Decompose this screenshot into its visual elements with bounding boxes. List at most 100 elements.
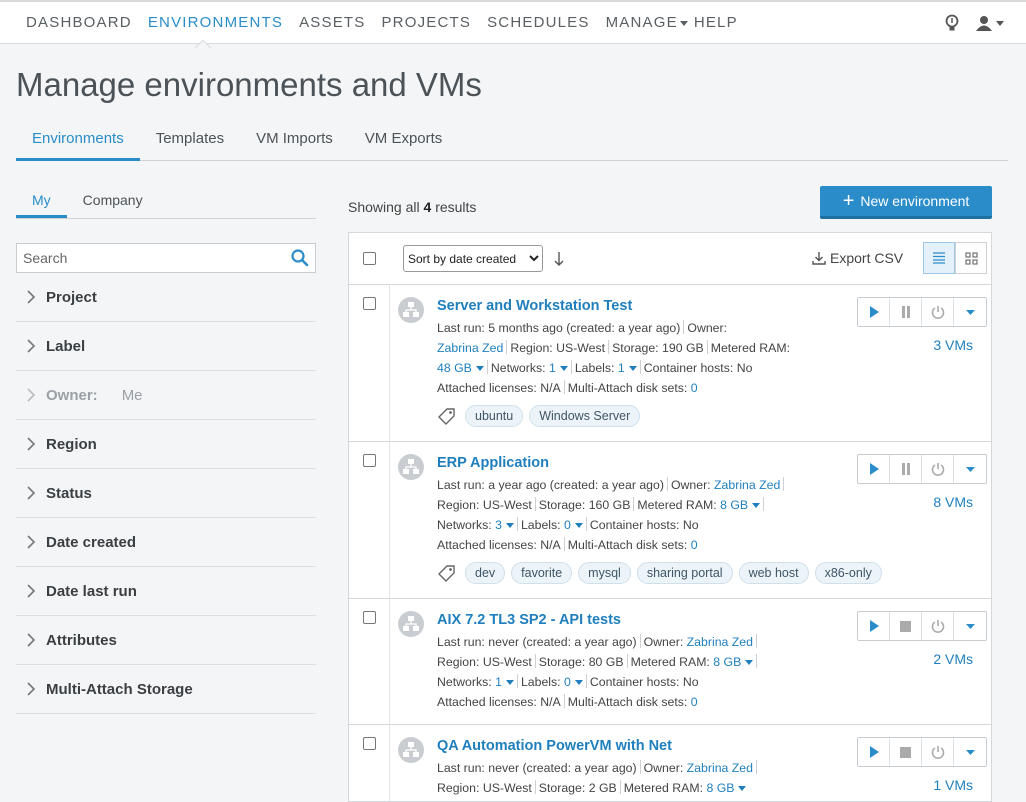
- run-button[interactable]: [858, 455, 890, 483]
- shutdown-button[interactable]: [922, 612, 954, 640]
- more-actions-button[interactable]: [954, 455, 986, 483]
- tag-icon[interactable]: [437, 406, 457, 426]
- stop-button[interactable]: [890, 612, 922, 640]
- filter-multi-attach-storage[interactable]: Multi-Attach Storage: [16, 665, 316, 714]
- networks-dropdown[interactable]: 1: [549, 361, 568, 375]
- labels-dropdown[interactable]: 0: [564, 518, 583, 532]
- filter-date-last-run[interactable]: Date last run: [16, 567, 316, 616]
- tag-chip[interactable]: web host: [738, 562, 809, 584]
- labels-dropdown[interactable]: 0: [564, 675, 583, 689]
- grid-view-button[interactable]: [955, 242, 987, 274]
- container-hosts-value: No: [682, 675, 699, 689]
- owner-link[interactable]: Zabrina Zed: [687, 635, 753, 649]
- region-value: US-West: [482, 498, 532, 512]
- networks-value: 3: [495, 518, 502, 532]
- select-all-checkbox[interactable]: [363, 252, 376, 265]
- owner-link[interactable]: Zabrina Zed: [687, 761, 753, 775]
- owner-link[interactable]: Zabrina Zed: [437, 341, 503, 355]
- tag-list: dev favorite mysql sharing portal web ho…: [437, 562, 888, 584]
- ram-dropdown[interactable]: 8 GB: [713, 655, 754, 669]
- more-actions-button[interactable]: [954, 738, 986, 766]
- ram-dropdown[interactable]: 8 GB: [720, 498, 761, 512]
- search-icon[interactable]: [291, 249, 309, 267]
- tag-chip[interactable]: dev: [465, 562, 506, 584]
- nav-assets[interactable]: ASSETS: [299, 14, 365, 31]
- filter-label: Owner:: [46, 386, 98, 404]
- meta-label: Networks:: [490, 361, 546, 375]
- row-checkbox[interactable]: [363, 737, 376, 750]
- tab-templates[interactable]: Templates: [140, 124, 240, 161]
- nav-manage[interactable]: MANAGE: [606, 14, 688, 31]
- environment-controls: [857, 737, 987, 767]
- row-checkbox[interactable]: [363, 611, 376, 624]
- tag-icon[interactable]: [437, 563, 457, 583]
- filter-status[interactable]: Status: [16, 469, 316, 518]
- tab-vm-imports[interactable]: VM Imports: [240, 124, 349, 161]
- tag-chip[interactable]: x86-only: [814, 562, 882, 584]
- nav-dashboard[interactable]: DASHBOARD: [26, 14, 132, 31]
- run-button[interactable]: [858, 298, 890, 326]
- run-button[interactable]: [858, 738, 890, 766]
- subtab-my[interactable]: My: [16, 186, 67, 218]
- subtab-company[interactable]: Company: [67, 186, 159, 218]
- new-environment-button[interactable]: + New environment: [820, 186, 992, 219]
- nav-help[interactable]: HELP: [694, 14, 738, 31]
- owner-link[interactable]: Zabrina Zed: [714, 478, 780, 492]
- more-actions-button[interactable]: [954, 298, 986, 326]
- list-view-button[interactable]: [923, 242, 955, 274]
- tab-environments[interactable]: Environments: [16, 124, 140, 161]
- environment-name-link[interactable]: ERP Application: [437, 455, 549, 471]
- tag-chip[interactable]: sharing portal: [636, 562, 733, 584]
- sort-direction-icon[interactable]: [553, 251, 565, 267]
- tag-chip[interactable]: favorite: [511, 562, 573, 584]
- chevron-right-icon: [27, 633, 36, 647]
- shutdown-button[interactable]: [922, 738, 954, 766]
- tag-chip[interactable]: ubuntu: [465, 405, 524, 427]
- lightbulb-icon[interactable]: [944, 14, 960, 32]
- filter-project[interactable]: Project: [16, 273, 316, 322]
- ram-dropdown[interactable]: 48 GB: [437, 361, 484, 375]
- more-actions-button[interactable]: [954, 612, 986, 640]
- suspend-button[interactable]: [890, 298, 922, 326]
- networks-dropdown[interactable]: 1: [495, 675, 514, 689]
- vm-count-link[interactable]: 8 VMs: [933, 494, 973, 510]
- meta-label: Last run:: [437, 635, 485, 649]
- sort-select[interactable]: Sort by date created: [403, 245, 543, 272]
- shutdown-button[interactable]: [922, 455, 954, 483]
- disk-sets-link[interactable]: 0: [691, 538, 698, 552]
- filter-attributes[interactable]: Attributes: [16, 616, 316, 665]
- vm-count-link[interactable]: 2 VMs: [933, 651, 973, 667]
- ram-dropdown[interactable]: 8 GB: [706, 781, 747, 795]
- disk-sets-link[interactable]: 0: [691, 695, 698, 709]
- search-input[interactable]: [17, 244, 277, 272]
- nav-environments[interactable]: ENVIRONMENTS: [148, 14, 283, 31]
- disk-sets-link[interactable]: 0: [691, 381, 698, 395]
- environment-name-link[interactable]: Server and Workstation Test: [437, 298, 632, 314]
- play-icon: [869, 306, 879, 318]
- stop-button[interactable]: [890, 738, 922, 766]
- shutdown-button[interactable]: [922, 298, 954, 326]
- filter-label[interactable]: Label: [16, 322, 316, 371]
- meta-label: Last run:: [437, 321, 485, 335]
- run-button[interactable]: [858, 612, 890, 640]
- nav-schedules[interactable]: SCHEDULES: [487, 14, 590, 31]
- nav-projects[interactable]: PROJECTS: [381, 14, 471, 31]
- export-csv-button[interactable]: Export CSV: [812, 250, 903, 266]
- vm-count-link[interactable]: 3 VMs: [933, 337, 973, 353]
- networks-dropdown[interactable]: 3: [495, 518, 514, 532]
- suspend-button[interactable]: [890, 455, 922, 483]
- meta-label: Multi-Attach disk sets:: [567, 381, 688, 395]
- environment-name-link[interactable]: QA Automation PowerVM with Net: [437, 738, 672, 754]
- tag-chip[interactable]: Windows Server: [529, 405, 641, 427]
- environment-name-link[interactable]: AIX 7.2 TL3 SP2 - API tests: [437, 612, 621, 628]
- filter-date-created[interactable]: Date created: [16, 518, 316, 567]
- tag-chip[interactable]: mysql: [578, 562, 631, 584]
- tab-vm-exports[interactable]: VM Exports: [349, 124, 459, 161]
- row-checkbox[interactable]: [363, 454, 376, 467]
- user-menu[interactable]: [976, 14, 1004, 32]
- meta-label: Owner:: [643, 761, 684, 775]
- filter-region[interactable]: Region: [16, 420, 316, 469]
- environment-meta: Last run: never (created: a year ago) Own…: [437, 758, 817, 798]
- labels-dropdown[interactable]: 1: [618, 361, 637, 375]
- row-checkbox[interactable]: [363, 297, 376, 310]
